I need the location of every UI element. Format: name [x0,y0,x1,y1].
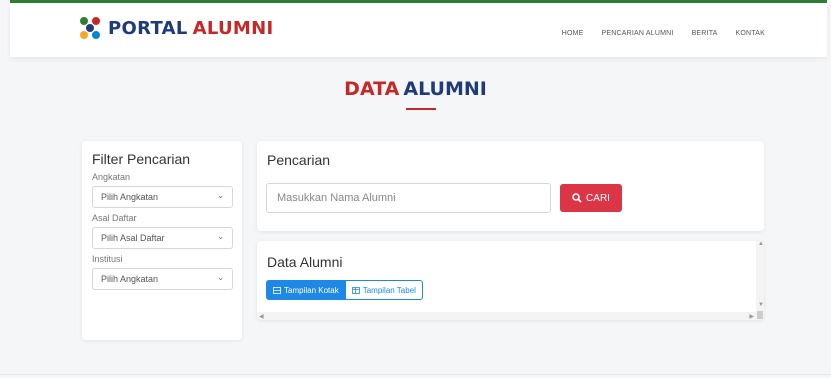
asal-daftar-label: Asal Daftar [92,213,137,223]
data-alumni-title: Data Alumni [267,254,343,270]
search-card: Pencarian CARI [257,141,764,231]
nav-berita[interactable]: BERITA [692,30,718,37]
view-table-button[interactable]: Tampilan Tabel [345,280,423,300]
horizontal-scrollbar[interactable]: ◀ ▶ [257,312,756,320]
title-underline [406,108,436,110]
filter-title: Filter Pencarian [92,151,191,167]
institusi-select[interactable]: Pilih Angkatan ⌄ [92,268,233,290]
scroll-left-icon[interactable]: ◀ [259,313,264,320]
navbar: PORTAL ALUMNI HOME PENCARIAN ALUMNI BERIT… [10,3,827,57]
search-input[interactable] [266,183,551,213]
main-nav: HOME PENCARIAN ALUMNI BERITA KONTAK [562,30,765,37]
nav-home[interactable]: HOME [562,30,584,37]
view-toggle: Tampilan Kotak Tampilan Tabel [266,280,423,300]
search-icon [572,193,582,203]
asal-daftar-select[interactable]: Pilih Asal Daftar ⌄ [92,227,233,249]
page-title-part2: ALUMNI [403,78,487,100]
scroll-down-icon[interactable]: ▼ [758,302,764,308]
footer-divider [0,374,831,375]
chevron-down-icon: ⌄ [217,232,224,241]
chevron-down-icon: ⌄ [217,273,224,282]
scroll-up-icon[interactable]: ▲ [758,241,764,247]
view-table-label: Tampilan Tabel [362,285,416,295]
asal-daftar-select-value: Pilih Asal Daftar [101,233,165,243]
search-button[interactable]: CARI [560,184,622,212]
logo[interactable]: PORTAL ALUMNI [80,17,274,39]
filter-panel: Filter Pencarian Angkatan Pilih Angkatan… [82,141,242,340]
institusi-select-value: Pilih Angkatan [101,274,159,284]
search-button-label: CARI [586,192,610,204]
view-box-button[interactable]: Tampilan Kotak [266,280,346,300]
angkatan-label: Angkatan [92,172,131,182]
nav-pencarian-alumni[interactable]: PENCARIAN ALUMNI [602,30,674,37]
vertical-scrollbar[interactable]: ▲ ▼ [756,241,764,320]
search-title: Pencarian [267,152,331,168]
view-box-label: Tampilan Kotak [284,285,339,295]
nav-kontak[interactable]: KONTAK [736,30,765,37]
institusi-label: Institusi [92,254,123,264]
logo-text: PORTAL ALUMNI [108,18,274,39]
network-icon [80,17,102,39]
page-title: DATA ALUMNI [0,78,831,100]
vertical-scroll-thumb[interactable] [757,311,763,319]
chevron-down-icon: ⌄ [217,191,224,200]
grid-icon [273,286,281,294]
page-title-part1: DATA [344,78,400,100]
table-icon [351,286,360,294]
data-alumni-card: Data Alumni Tampilan Kotak Tampilan Tabe… [257,241,764,320]
angkatan-select[interactable]: Pilih Angkatan ⌄ [92,186,233,208]
logo-text-part2: ALUMNI [192,17,274,39]
logo-text-part1: PORTAL [108,17,188,39]
angkatan-select-value: Pilih Angkatan [101,192,159,202]
scroll-right-icon[interactable]: ▶ [749,313,754,320]
